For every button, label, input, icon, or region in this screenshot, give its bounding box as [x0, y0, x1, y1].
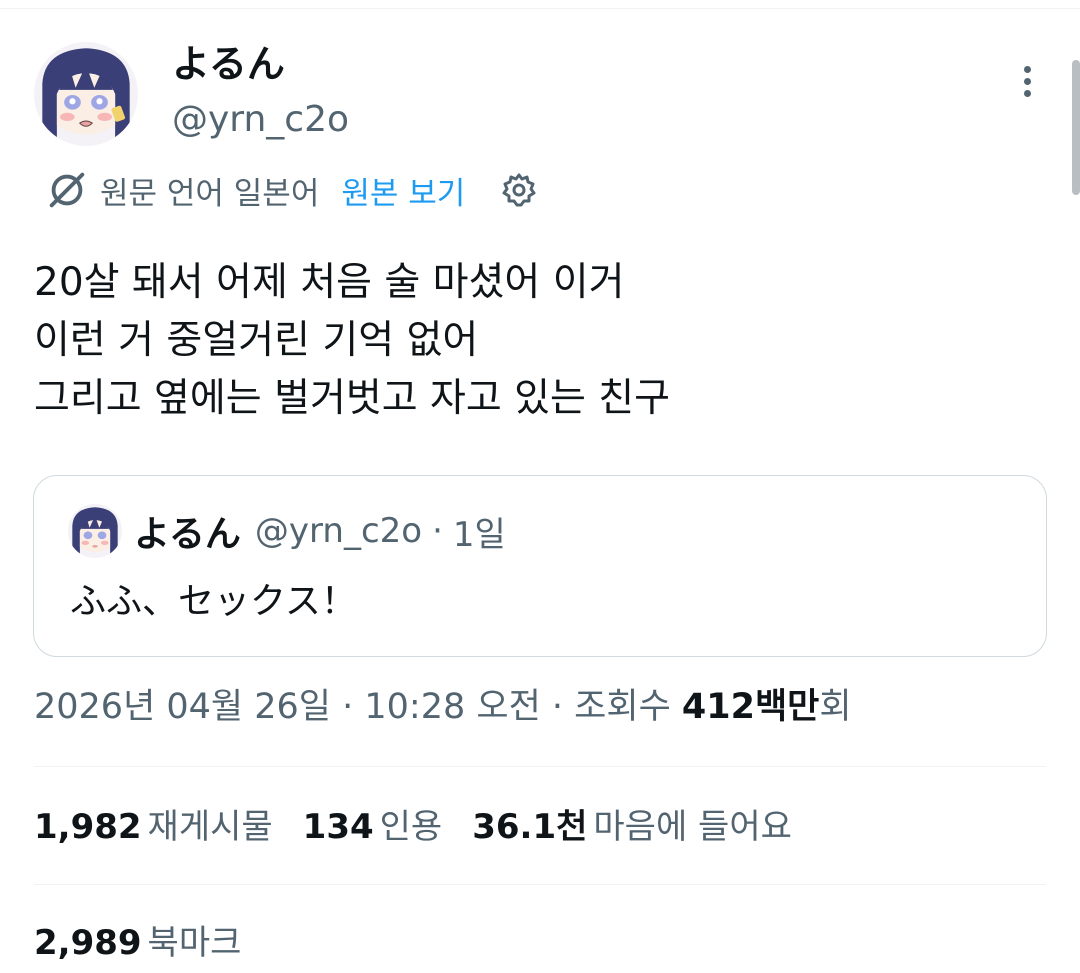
divider [34, 766, 1046, 767]
engagement-stats: 1,982 재게시물 134 인용 36.1천 마음에 들어요 [34, 802, 822, 852]
scrollbar[interactable] [1072, 60, 1080, 195]
views-count: 412백만 [681, 687, 820, 727]
quotes-stat[interactable]: 134 인용 [303, 802, 443, 852]
quoted-tweet-header: よるん @yrn_c2o · 1일 [134, 504, 506, 558]
tweet-text-line: 20살 돼서 어제 처음 술 마셨어 이거 [34, 260, 625, 305]
quoted-avatar [68, 504, 122, 558]
source-language-label: 원문 언어 일본어 [100, 175, 320, 212]
retweets-label: 재게시물 [147, 807, 273, 847]
views-label: 조회수 [574, 687, 682, 727]
tweet-text-line: 그리고 옆에는 벌거벗고 자고 있는 친구 [34, 376, 671, 421]
gear-icon[interactable] [501, 172, 537, 208]
tweet-meta: 2026년 04월 26일 · 10:28 오전 · 조회수 412백만회 [34, 682, 852, 732]
bookmarks-count: 2,989 [34, 923, 142, 963]
likes-stat[interactable]: 36.1천 마음에 들어요 [472, 802, 792, 852]
more-options-icon[interactable] [1016, 66, 1038, 102]
quoted-tweet-card[interactable]: よるん @yrn_c2o · 1일 ふふ、セックス！ [33, 475, 1047, 657]
avatar-illustration [42, 48, 130, 146]
display-name[interactable]: よるん [172, 38, 285, 90]
quotes-count: 134 [302, 807, 374, 847]
retweets-stat[interactable]: 1,982 재게시물 [34, 802, 273, 852]
user-handle[interactable]: @yrn_c2o [172, 96, 349, 144]
translate-icon [49, 172, 85, 208]
quoted-display-name: よるん [134, 514, 241, 555]
separator-dot: · [432, 511, 443, 551]
top-divider [0, 8, 1080, 9]
divider [34, 884, 1046, 885]
quoted-avatar-illustration [72, 507, 118, 558]
translation-bar: 원문 언어 일본어 원본 보기 [44, 162, 537, 218]
views-suffix: 회 [819, 687, 852, 727]
quoted-timestamp: 1일 [452, 514, 506, 555]
likes-count: 36.1천 [472, 807, 588, 847]
tweet-text: 20살 돼서 어제 처음 술 마셨어 이거 이런 거 중얼거린 기억 없어 그리… [34, 254, 670, 428]
avatar[interactable] [34, 42, 138, 146]
quoted-tweet-text: ふふ、セックス！ [70, 581, 357, 622]
bookmarks-stat[interactable]: 2,989 북마크 [34, 918, 241, 968]
quotes-label: 인용 [379, 807, 443, 847]
quoted-handle: @yrn_c2o [254, 511, 423, 551]
likes-label: 마음에 들어요 [593, 807, 792, 847]
retweets-count: 1,982 [34, 807, 142, 847]
show-original-link[interactable]: 원본 보기 [341, 168, 465, 213]
tweet-date[interactable]: 2026년 04월 26일 [34, 687, 331, 727]
tweet-text-line: 이런 거 중얼거린 기억 없어 [34, 318, 479, 363]
tweet-time[interactable]: 10:28 오전 [364, 687, 540, 727]
meta-separator: · [540, 687, 575, 727]
meta-separator: · [331, 687, 365, 727]
bookmarks-label: 북마크 [147, 923, 242, 963]
